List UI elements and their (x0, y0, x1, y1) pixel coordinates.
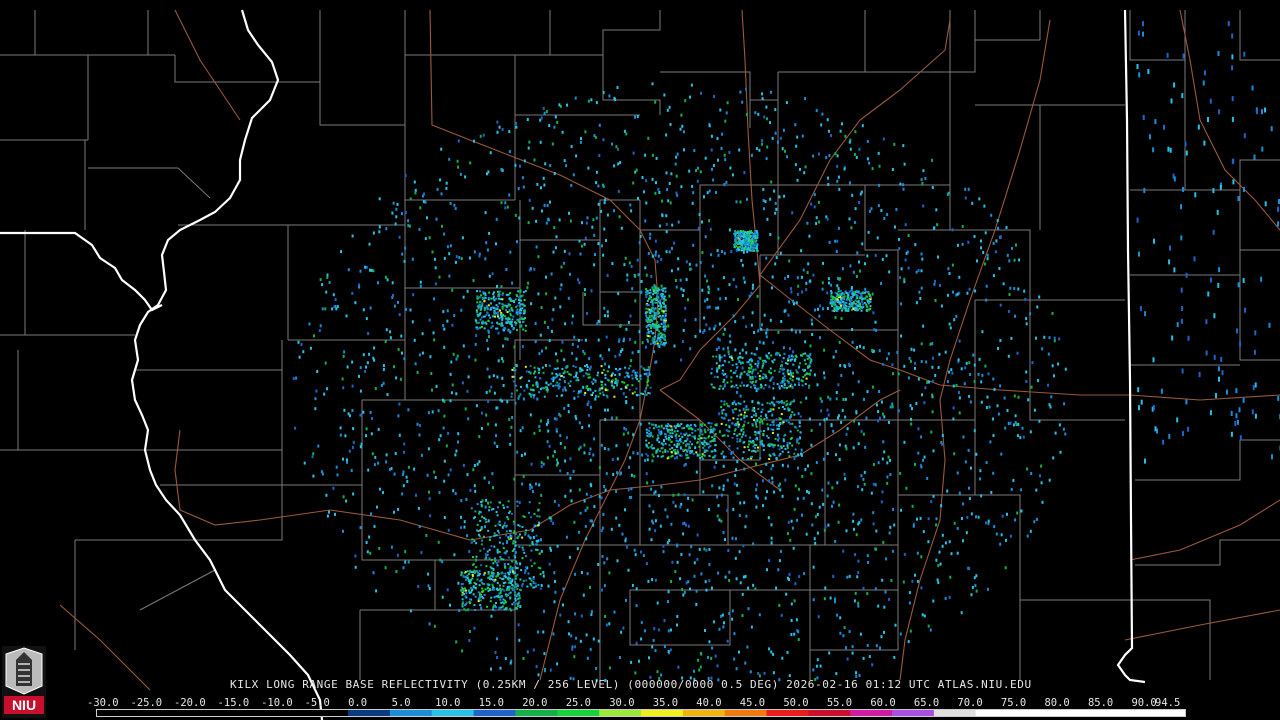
scale-label: 25.0 (565, 697, 592, 709)
scale-segment (97, 710, 140, 716)
scale-label: 5.0 (391, 697, 411, 709)
scale-label: 90.0 (1131, 697, 1157, 709)
scale-segment (641, 710, 684, 716)
scale-label: 85.0 (1087, 697, 1114, 709)
scale-segment (1059, 710, 1102, 716)
scale-segment (850, 710, 893, 716)
logo-text: NIU (12, 697, 36, 713)
scale-segment (724, 710, 768, 716)
color-scale-bar (96, 709, 1186, 717)
scale-segment (933, 710, 977, 716)
scale-label: 65.0 (913, 697, 940, 709)
scale-segment (138, 710, 182, 716)
scale-label: 94.5 (1155, 697, 1181, 709)
scale-segment (975, 710, 1019, 716)
scale-label: -5.0 (304, 697, 330, 709)
scale-segment (557, 710, 600, 716)
scale-segment (431, 710, 475, 716)
scale-label: 60.0 (870, 697, 896, 709)
scale-label: 20.0 (522, 697, 548, 709)
scale-label: 0.0 (348, 697, 368, 709)
scale-segment (222, 710, 265, 716)
scale-label: 55.0 (826, 697, 853, 709)
scale-segment (264, 710, 307, 716)
scale-segment (892, 710, 935, 716)
scale-label: 70.0 (957, 697, 983, 709)
radar-map (0, 0, 1280, 720)
product-caption: KILX LONG RANGE BASE REFLECTIVITY (0.25K… (230, 678, 1032, 691)
scale-label: -10.0 (261, 697, 293, 709)
scale-label: -15.0 (217, 697, 250, 709)
scale-label: 35.0 (652, 697, 679, 709)
scale-segment (348, 710, 391, 716)
scale-segment (389, 710, 433, 716)
scale-segment (515, 710, 558, 716)
scale-label: -30.0 (87, 697, 119, 709)
scale-segment (1017, 710, 1060, 716)
scale-label: 75.0 (1000, 697, 1027, 709)
scale-segment (1143, 710, 1185, 716)
scale-segment (682, 710, 726, 716)
scale-segment (766, 710, 809, 716)
scale-label: 40.0 (696, 697, 722, 709)
scale-label: 45.0 (739, 697, 766, 709)
scale-label: -25.0 (130, 697, 163, 709)
scale-label: 10.0 (435, 697, 461, 709)
scale-label: 50.0 (783, 697, 809, 709)
scale-segment (306, 710, 349, 716)
scale-label: 80.0 (1044, 697, 1070, 709)
scale-segment (1101, 710, 1144, 716)
scale-segment (473, 710, 516, 716)
scale-segment (180, 710, 224, 716)
scale-label: 15.0 (478, 697, 504, 709)
scale-segment (599, 710, 642, 716)
scale-label: 30.0 (609, 697, 635, 709)
scale-label: -20.0 (174, 697, 206, 709)
niu-tower-logo-icon: NIU (2, 646, 46, 718)
scale-segment (808, 710, 851, 716)
